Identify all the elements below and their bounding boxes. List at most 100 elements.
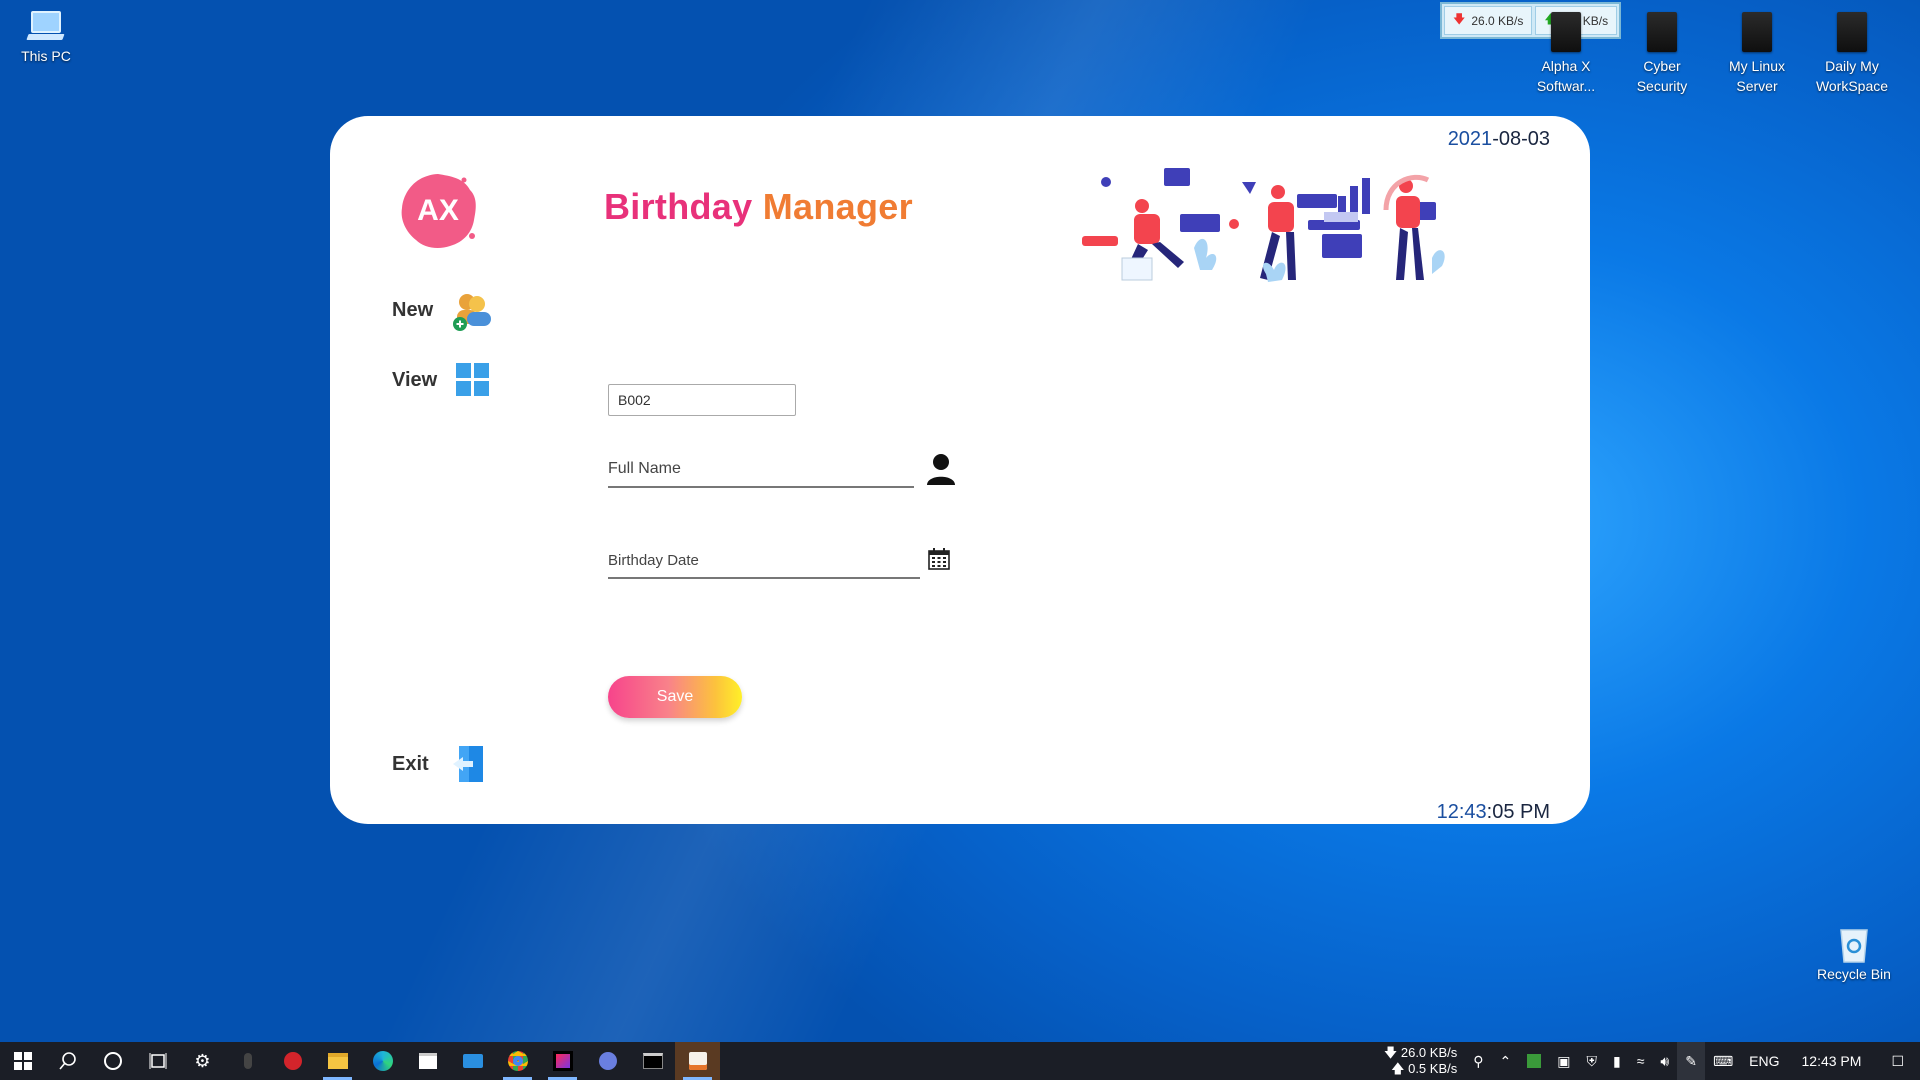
desktop-icon-daily-workspace[interactable]: Daily My WorkSpace bbox=[1804, 12, 1900, 96]
arrow-up-icon: 🡅 bbox=[1391, 1061, 1405, 1076]
taskbar: ⚙ 🡇 26.0 KB/s 🡅 0.5 KB/s ⚲ ⌃ ▣ ⛨ ▮ ≈ 🔊︎ … bbox=[0, 1042, 1920, 1080]
taskbar-app-globe[interactable] bbox=[585, 1042, 630, 1080]
folder-icon bbox=[1647, 12, 1677, 52]
desktop-icon-label: Alpha X Softwar... bbox=[1536, 58, 1596, 94]
team-illustration bbox=[1082, 168, 1445, 282]
volume-icon[interactable]: 🔊︎ bbox=[1652, 1053, 1677, 1070]
task-view-icon bbox=[149, 1053, 166, 1069]
cortana-button[interactable] bbox=[90, 1042, 135, 1080]
title-part2: Manager bbox=[762, 186, 913, 227]
mail-icon bbox=[462, 1054, 483, 1068]
windows-logo-icon bbox=[13, 1052, 32, 1070]
taskbar-store[interactable] bbox=[405, 1042, 450, 1080]
desktop-icon-label: Cyber Security bbox=[1636, 58, 1688, 94]
desktop-icon-label: This PC bbox=[21, 48, 71, 64]
taskbar-java-app[interactable] bbox=[675, 1042, 720, 1080]
ax-logo: AX bbox=[401, 174, 476, 248]
calendar-icon[interactable] bbox=[928, 548, 950, 570]
current-time: 12:43:05 PM bbox=[1437, 801, 1550, 824]
chevron-up-icon[interactable]: ⌃ bbox=[1492, 1053, 1520, 1070]
edge-icon bbox=[372, 1051, 393, 1071]
full-name-placeholder: Full Name bbox=[608, 460, 681, 477]
recycle-bin-icon bbox=[1840, 929, 1868, 963]
arrow-down-icon: 🡇 bbox=[1453, 12, 1466, 26]
tray-download: 🡇 26.0 KB/s bbox=[1384, 1045, 1457, 1061]
defender-shield-icon[interactable]: ⛨ bbox=[1578, 1053, 1605, 1070]
logo-text: AX bbox=[417, 194, 459, 227]
taskbar-chrome[interactable] bbox=[495, 1042, 540, 1080]
taskbar-mail[interactable] bbox=[450, 1042, 495, 1080]
wifi-icon[interactable]: ≈ bbox=[1629, 1053, 1653, 1069]
current-date: 2021-08-03 bbox=[1448, 128, 1550, 151]
intellij-icon bbox=[552, 1051, 573, 1071]
action-center-icon[interactable]: ☐ bbox=[1875, 1053, 1920, 1070]
tray-upload: 🡅 0.5 KB/s bbox=[1391, 1061, 1457, 1077]
chrome-icon bbox=[507, 1051, 528, 1071]
desktop-icon-label: My Linux Server bbox=[1728, 58, 1786, 94]
folder-icon bbox=[327, 1053, 348, 1069]
taskbar-app-bug[interactable] bbox=[270, 1042, 315, 1080]
birthday-id-field[interactable]: B002 bbox=[608, 384, 796, 416]
keyboard-icon[interactable]: ⌨ bbox=[1705, 1053, 1741, 1070]
java-icon bbox=[688, 1052, 707, 1070]
globe-icon bbox=[598, 1052, 617, 1070]
taskbar-file-explorer[interactable] bbox=[315, 1042, 360, 1080]
nav-new[interactable]: New bbox=[392, 288, 495, 332]
system-tray: 🡇 26.0 KB/s 🡅 0.5 KB/s ⚲ ⌃ ▣ ⛨ ▮ ≈ 🔊︎ ✎ … bbox=[1376, 1042, 1920, 1080]
clock[interactable]: 12:43 PM bbox=[1788, 1053, 1876, 1069]
folder-icon bbox=[1551, 12, 1581, 52]
time-hm: 12:43 bbox=[1436, 801, 1487, 823]
taskbar-edge[interactable] bbox=[360, 1042, 405, 1080]
birthday-manager-window: 2021-08-03 AX Birthday Manager New View … bbox=[330, 116, 1590, 824]
folder-icon bbox=[1742, 12, 1772, 52]
full-name-input[interactable]: Full Name bbox=[608, 460, 914, 488]
taskbar-terminal[interactable] bbox=[630, 1042, 675, 1080]
terminal-icon bbox=[642, 1053, 663, 1069]
taskbar-settings[interactable]: ⚙ bbox=[180, 1042, 225, 1080]
nav-new-label: New bbox=[392, 298, 434, 321]
task-view-button[interactable] bbox=[135, 1042, 180, 1080]
desktop-icon-cyber-security[interactable]: Cyber Security bbox=[1614, 12, 1710, 96]
gear-icon: ⚙ bbox=[194, 1050, 211, 1071]
nav-view[interactable]: View bbox=[392, 362, 491, 398]
grid-view-icon bbox=[456, 363, 490, 396]
app-title: Birthday Manager bbox=[604, 186, 913, 228]
date-rest: -08-03 bbox=[1492, 128, 1550, 150]
time-rest: :05 PM bbox=[1486, 801, 1550, 823]
birthday-date-placeholder: Birthday Date bbox=[608, 552, 699, 569]
user-icon bbox=[927, 454, 955, 485]
start-button[interactable] bbox=[0, 1042, 45, 1080]
tray-network-speed: 🡇 26.0 KB/s 🡅 0.5 KB/s bbox=[1376, 1045, 1465, 1077]
add-user-icon bbox=[453, 294, 492, 331]
desktop-icon-this-pc[interactable]: This PC bbox=[0, 8, 94, 66]
desktop-icon-my-linux-server[interactable]: My Linux Server bbox=[1709, 12, 1805, 96]
desktop-icon-label: Daily My WorkSpace bbox=[1815, 58, 1889, 94]
desktop-icon-recycle-bin[interactable]: Recycle Bin bbox=[1806, 924, 1902, 984]
meet-now-icon[interactable]: ▣ bbox=[1549, 1053, 1578, 1070]
title-part1: Birthday bbox=[604, 186, 753, 227]
computer-icon bbox=[26, 11, 65, 40]
birthday-date-input[interactable]: Birthday Date bbox=[608, 552, 920, 579]
nav-exit[interactable]: Exit bbox=[392, 744, 485, 784]
bug-icon bbox=[283, 1052, 302, 1070]
language-indicator[interactable]: ENG bbox=[1741, 1053, 1787, 1069]
exit-icon bbox=[452, 746, 483, 782]
tray-download-value: 26.0 KB/s bbox=[1400, 1045, 1458, 1060]
tray-app-icon[interactable] bbox=[1519, 1054, 1549, 1068]
desktop-icon-alpha-x[interactable]: Alpha X Softwar... bbox=[1518, 12, 1614, 96]
battery-icon[interactable]: ▮ bbox=[1605, 1053, 1629, 1070]
cortana-circle-icon bbox=[103, 1052, 122, 1070]
people-icon[interactable]: ⚲ bbox=[1465, 1053, 1491, 1070]
arrow-down-icon: 🡇 bbox=[1383, 1045, 1398, 1060]
mouse-icon bbox=[243, 1053, 252, 1069]
date-year: 2021 bbox=[1447, 128, 1493, 150]
tray-upload-value: 0.5 KB/s bbox=[1408, 1061, 1458, 1076]
taskbar-app-mouse[interactable] bbox=[225, 1042, 270, 1080]
taskbar-intellij[interactable] bbox=[540, 1042, 585, 1080]
save-button[interactable]: Save bbox=[608, 676, 742, 718]
folder-icon bbox=[1837, 12, 1867, 52]
pen-icon[interactable]: ✎ bbox=[1677, 1042, 1705, 1080]
search-button[interactable] bbox=[45, 1042, 90, 1080]
nav-exit-label: Exit bbox=[392, 752, 429, 775]
nav-view-label: View bbox=[392, 368, 438, 391]
